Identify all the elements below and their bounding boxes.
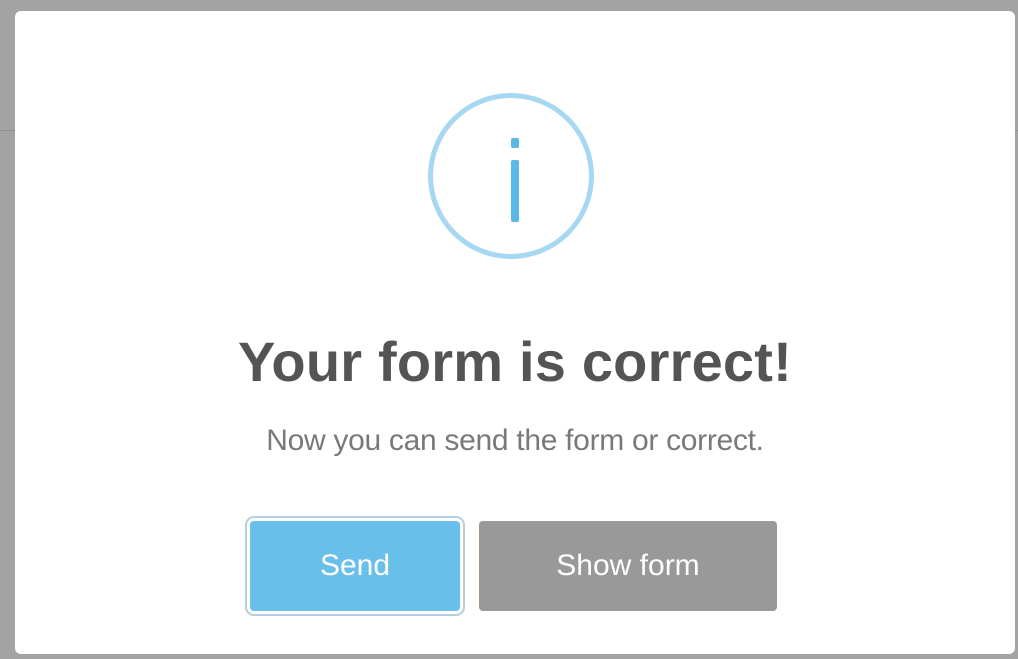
alert-dialog: Your form is correct! Now you can send t… — [15, 11, 1015, 654]
dialog-message: Now you can send the form or correct. — [266, 424, 764, 457]
send-button[interactable]: Send — [250, 521, 460, 611]
info-icon-dot — [511, 138, 519, 148]
show-form-button[interactable]: Show form — [479, 521, 777, 611]
info-icon-stem — [511, 160, 519, 222]
info-icon — [428, 93, 594, 259]
dialog-title: Your form is correct! — [238, 330, 792, 393]
